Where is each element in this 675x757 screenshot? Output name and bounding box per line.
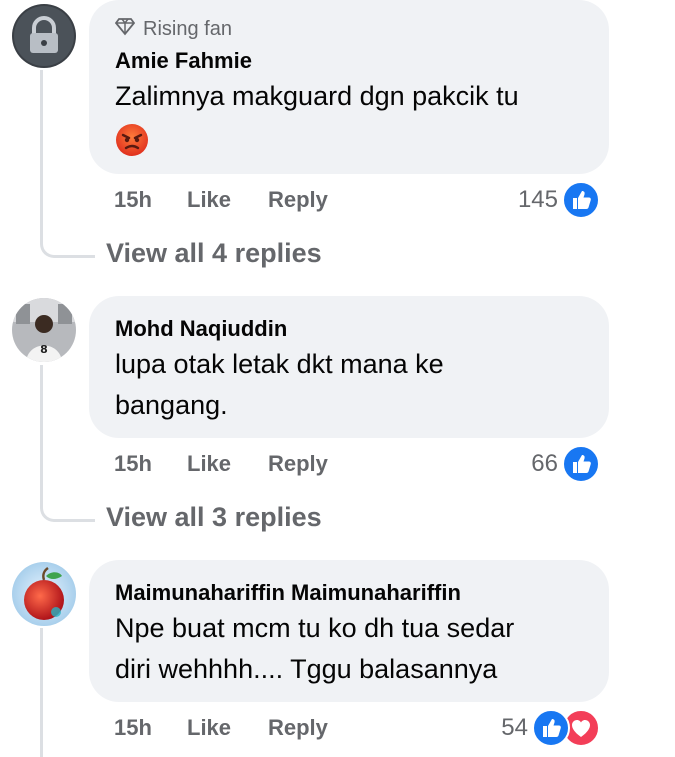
avatar[interactable] bbox=[12, 562, 76, 626]
comment-bubble: Maimunahariffin Maimunahariffin Npe buat… bbox=[89, 560, 609, 702]
comment-text: Zalimnya makguard dgn pakcik tu bbox=[115, 81, 519, 111]
diamond-icon bbox=[114, 16, 136, 42]
like-reaction-icon bbox=[562, 445, 600, 483]
comment-author[interactable]: Maimunahariffin Maimunahariffin bbox=[115, 578, 583, 608]
thread-connector bbox=[40, 365, 95, 522]
angry-face-emoji bbox=[116, 124, 148, 156]
comment-author[interactable]: Mohd Naqiuddin bbox=[115, 314, 583, 344]
badge-label: Rising fan bbox=[143, 17, 232, 40]
like-reaction-icon bbox=[562, 181, 600, 219]
comment-text-line: bangang. bbox=[115, 390, 228, 420]
reaction-count: 54 bbox=[501, 714, 528, 741]
view-replies-link[interactable]: View all 3 replies bbox=[106, 502, 322, 533]
like-button[interactable]: Like bbox=[187, 187, 268, 213]
top-fan-badge[interactable]: Rising fan bbox=[114, 16, 583, 42]
like-button[interactable]: Like bbox=[187, 715, 268, 741]
comment-bubble: Rising fan Amie Fahmie Zalimnya makguard… bbox=[89, 0, 609, 174]
thread-line bbox=[40, 628, 43, 757]
comment-time[interactable]: 15h bbox=[114, 451, 187, 477]
avatar[interactable]: 8 bbox=[12, 298, 76, 362]
comment-text-line: diri wehhhh.... Tggu balasannya bbox=[115, 654, 498, 684]
comment-actions: 15h Like Reply 54 bbox=[114, 709, 600, 747]
comment-text-line: lupa otak letak dkt mana ke bbox=[115, 349, 444, 379]
reaction-summary[interactable]: 66 bbox=[531, 445, 600, 483]
reaction-count: 66 bbox=[531, 450, 558, 477]
comment-bubble: Mohd Naqiuddin lupa otak letak dkt mana … bbox=[89, 296, 609, 438]
reply-button[interactable]: Reply bbox=[268, 715, 328, 741]
reaction-count: 145 bbox=[517, 186, 558, 213]
reaction-summary[interactable]: 54 bbox=[501, 709, 600, 747]
reply-button[interactable]: Reply bbox=[268, 187, 328, 213]
comment-text-line: Npe buat mcm tu ko dh tua sedar bbox=[115, 613, 515, 643]
comment-actions: 15h Like Reply 66 bbox=[114, 445, 600, 483]
comment-time[interactable]: 15h bbox=[114, 187, 187, 213]
svg-text:8: 8 bbox=[40, 343, 48, 356]
comment-actions: 15h Like Reply 145 bbox=[114, 181, 600, 219]
view-replies-link[interactable]: View all 4 replies bbox=[106, 238, 322, 269]
like-button[interactable]: Like bbox=[187, 451, 268, 477]
like-reaction-icon bbox=[532, 709, 570, 747]
comment-author[interactable]: Amie Fahmie bbox=[115, 46, 583, 76]
reply-button[interactable]: Reply bbox=[268, 451, 328, 477]
comment-time[interactable]: 15h bbox=[114, 715, 187, 741]
avatar[interactable] bbox=[12, 4, 76, 68]
reaction-summary[interactable]: 145 bbox=[517, 181, 600, 219]
thread-connector bbox=[40, 70, 95, 258]
